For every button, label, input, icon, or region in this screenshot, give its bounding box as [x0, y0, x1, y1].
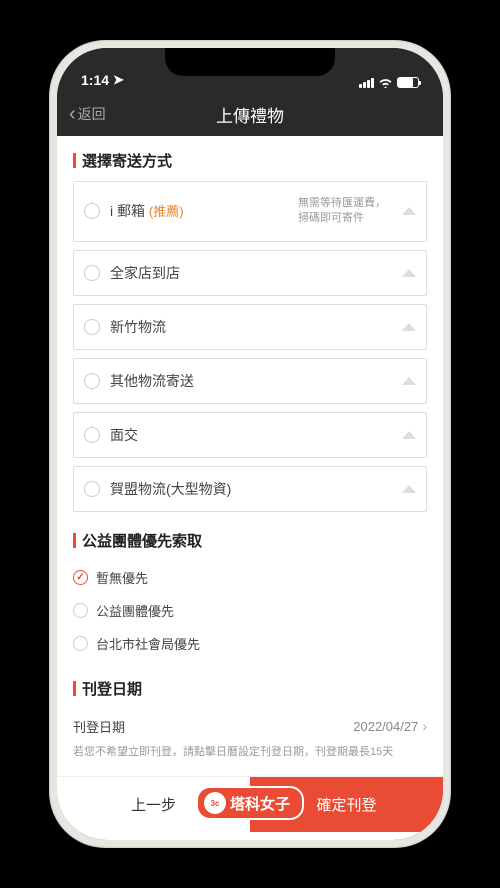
date-value: 2022/04/27	[353, 719, 418, 734]
date-label: 刊登日期	[73, 717, 125, 736]
watermark-text: 塔科女子	[230, 793, 290, 814]
battery-icon	[397, 77, 419, 88]
logo-avatar-icon: 3c	[204, 792, 226, 814]
priority-option-taipei[interactable]: 台北市社會局優先	[73, 627, 427, 660]
date-section-title: 刊登日期	[73, 678, 427, 699]
watermark-badge: 3c 塔科女子	[196, 786, 304, 820]
chevron-up-icon	[402, 269, 416, 277]
shipping-option-hct[interactable]: 新竹物流	[73, 304, 427, 350]
home-indicator-area	[57, 832, 443, 840]
chevron-up-icon	[402, 431, 416, 439]
radio-icon	[84, 319, 100, 335]
priority-label: 暫無優先	[96, 568, 148, 587]
option-label: 面交	[110, 425, 394, 445]
priority-label: 公益團體優先	[96, 601, 174, 620]
wifi-icon	[378, 77, 393, 88]
option-desc: 無需等待匯運費， 掃碼即可寄件	[298, 196, 394, 227]
chevron-up-icon	[402, 377, 416, 385]
shipping-option-meetup[interactable]: 面交	[73, 412, 427, 458]
option-label: 其他物流寄送	[110, 371, 394, 391]
radio-icon	[84, 373, 100, 389]
radio-checked-icon	[73, 570, 88, 585]
chevron-up-icon	[402, 207, 416, 215]
date-help-text: 若您不希望立即刊登，請點擊日曆設定刊登日期，刊登期最長15天	[73, 744, 427, 762]
radio-icon	[84, 427, 100, 443]
page-title: 上傳禮物	[216, 102, 284, 127]
chevron-up-icon	[402, 323, 416, 331]
content-area: 選擇寄送方式 i 郵箱 (推薦) 無需等待匯運費， 掃碼即可寄件 全家店到店	[57, 136, 443, 776]
shipping-section-title: 選擇寄送方式	[73, 150, 427, 171]
radio-icon	[73, 636, 88, 651]
chevron-up-icon	[402, 485, 416, 493]
back-label: 返回	[78, 104, 106, 124]
option-label: 賀盟物流(大型物資)	[110, 479, 394, 499]
option-label: 全家店到店	[110, 263, 394, 283]
chevron-right-icon: ›	[422, 718, 427, 734]
location-icon: ➤	[113, 72, 124, 88]
radio-icon	[84, 481, 100, 497]
radio-icon	[84, 265, 100, 281]
shipping-option-other[interactable]: 其他物流寄送	[73, 358, 427, 404]
signal-icon	[359, 78, 374, 88]
shipping-option-hemeng[interactable]: 賀盟物流(大型物資)	[73, 466, 427, 512]
radio-icon	[73, 603, 88, 618]
option-label: i 郵箱	[110, 203, 145, 219]
nav-bar: ‹ 返回 上傳禮物	[57, 92, 443, 136]
priority-section-title: 公益團體優先索取	[73, 530, 427, 551]
recommend-tag: (推薦)	[149, 204, 184, 219]
status-time: 1:14	[81, 72, 109, 88]
option-label: 新竹物流	[110, 317, 394, 337]
publish-date-row[interactable]: 刊登日期 2022/04/27 ›	[73, 709, 427, 742]
priority-label: 台北市社會局優先	[96, 634, 200, 653]
radio-icon	[84, 203, 100, 219]
priority-option-charity[interactable]: 公益團體優先	[73, 594, 427, 627]
shipping-option-familymart[interactable]: 全家店到店	[73, 250, 427, 296]
notch	[165, 48, 335, 76]
back-button[interactable]: ‹ 返回	[69, 104, 106, 124]
priority-option-none[interactable]: 暫無優先	[73, 561, 427, 594]
shipping-option-ipost[interactable]: i 郵箱 (推薦) 無需等待匯運費， 掃碼即可寄件	[73, 181, 427, 242]
chevron-left-icon: ‹	[69, 104, 76, 124]
